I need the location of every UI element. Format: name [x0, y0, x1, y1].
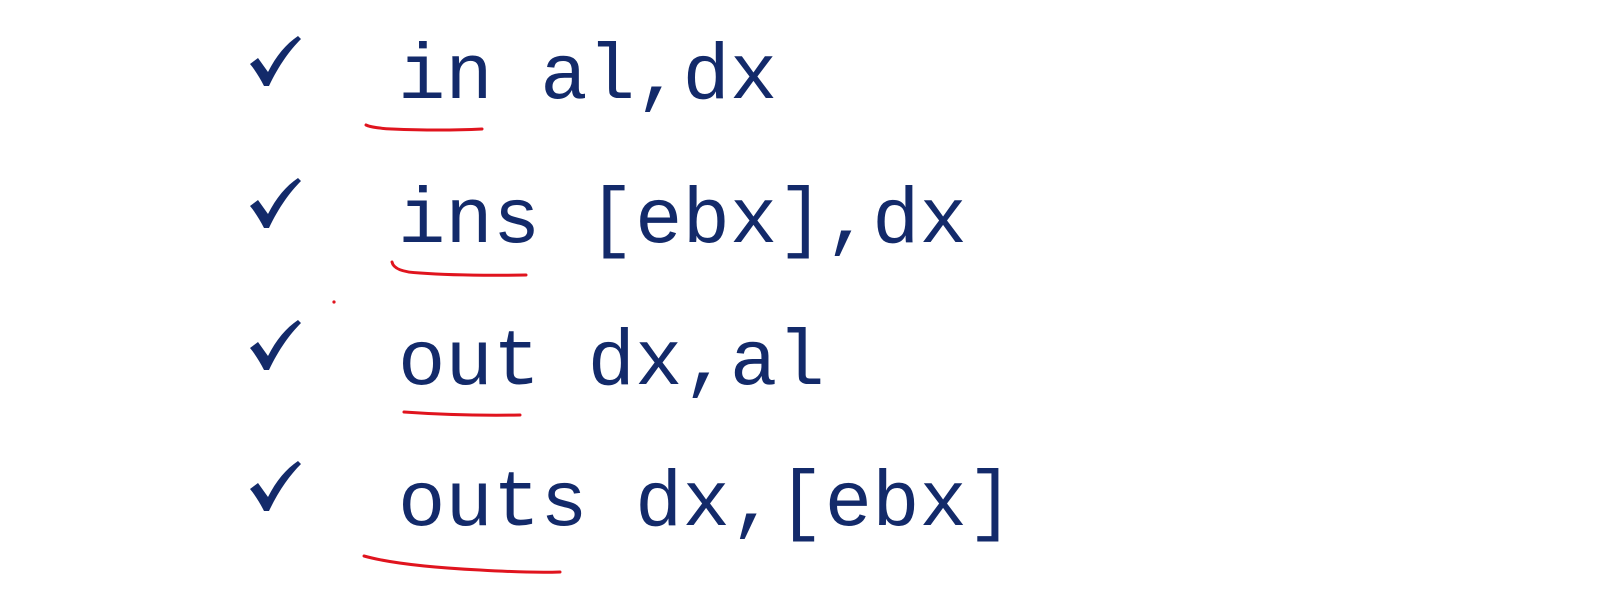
list-item: in al,dx [0, 28, 1613, 148]
check-icon [250, 461, 301, 511]
mnemonic-in: in [398, 32, 493, 122]
mnemonic-out: out [398, 318, 541, 408]
code-line-ins: ins [ebx],dx [398, 182, 967, 261]
code-line-outs: outs dx,[ebx] [398, 465, 1014, 544]
mnemonic-ins: ins [398, 176, 541, 266]
list-item: ins [ebx],dx [0, 170, 1613, 290]
check-icon [250, 178, 301, 228]
operands-out: dx,al [540, 318, 825, 408]
ink-dot [332, 300, 336, 304]
operands-outs: dx,[ebx] [587, 459, 1015, 549]
slide: in al,dx ins [ebx],dx out dx,al outs dx,… [0, 0, 1613, 612]
list-item: outs dx,[ebx] [0, 453, 1613, 573]
check-icon [250, 320, 301, 370]
operands-in: al,dx [492, 32, 778, 122]
mnemonic-outs: outs [398, 459, 588, 549]
check-icon [250, 36, 301, 86]
code-line-in: in al,dx [398, 38, 777, 117]
code-line-out: out dx,al [398, 324, 825, 403]
operands-ins: [ebx],dx [540, 176, 967, 266]
list-item: out dx,al [0, 312, 1613, 432]
